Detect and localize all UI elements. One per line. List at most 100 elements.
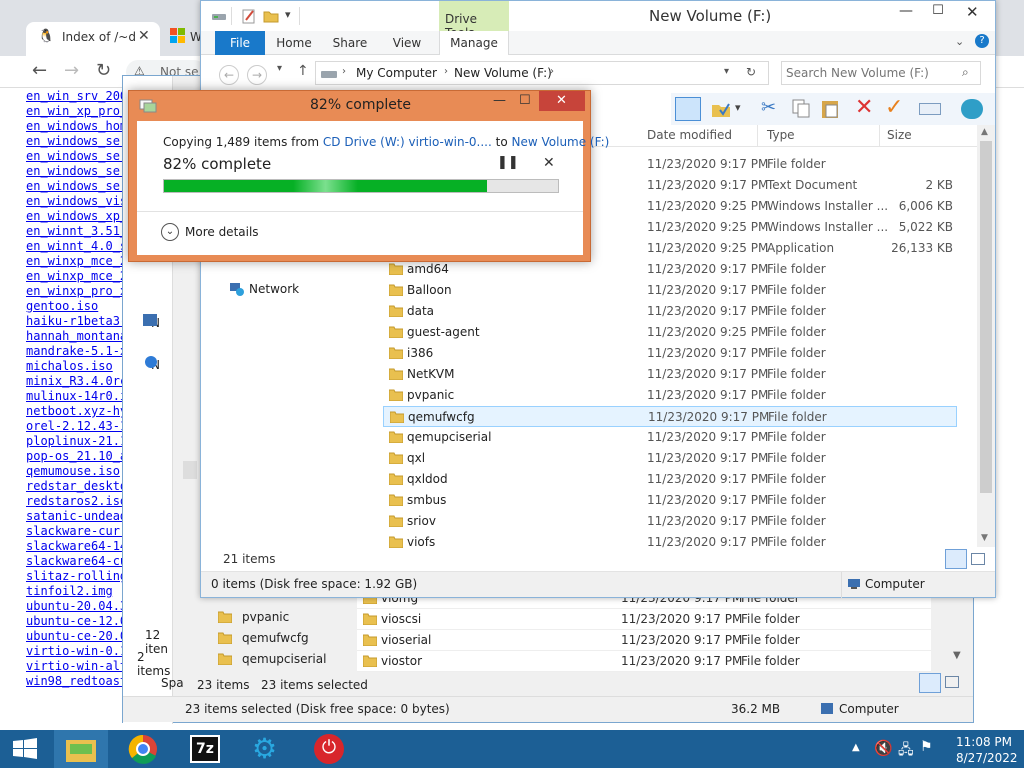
delete-icon[interactable]: ✕ xyxy=(855,95,873,120)
check-folder-icon[interactable] xyxy=(711,99,731,119)
back-status-size: 36.2 MB xyxy=(731,702,781,716)
address-dropdown-icon[interactable]: ▾ xyxy=(724,66,729,77)
row-date: 11/23/2020 9:17 PM xyxy=(647,535,769,549)
nav-item-network[interactable]: Network xyxy=(225,277,375,301)
dialog-maximize-button[interactable]: ☐ xyxy=(519,93,531,108)
scrollbar-thumb[interactable] xyxy=(980,141,992,493)
column-type[interactable]: Type xyxy=(767,128,795,142)
table-row[interactable]: Balloon 11/23/2020 9:17 PM File folder xyxy=(383,280,957,301)
taskbar-7zip[interactable]: 7z xyxy=(178,730,232,768)
tab-file[interactable]: File xyxy=(215,31,265,55)
tab-view[interactable]: View xyxy=(385,31,429,55)
vertical-scrollbar[interactable]: ▲ ▼ xyxy=(977,125,995,547)
breadcrumb-new-volume[interactable]: New Volume (F:) xyxy=(454,66,552,80)
taskbar-chrome[interactable] xyxy=(116,730,170,768)
properties-icon[interactable] xyxy=(241,8,257,24)
close-button[interactable]: ✕ xyxy=(949,1,995,23)
up-arrow-icon[interactable]: ↑ xyxy=(297,63,309,79)
command-toolbar: ▾ ✂ ✕ ✓ xyxy=(671,93,995,125)
recent-locations-icon[interactable]: ▾ xyxy=(277,63,282,74)
table-row[interactable]: amd64 11/23/2020 9:17 PM File folder xyxy=(383,259,957,280)
organize-dropdown-icon[interactable]: ▾ xyxy=(735,101,741,114)
nav-back-icon[interactable]: ← xyxy=(219,65,239,85)
table-row[interactable]: guest-agent 11/23/2020 9:25 PM File folder xyxy=(383,322,957,343)
browser-tab-title: Index of /~d xyxy=(62,30,136,44)
table-row[interactable]: smbus 11/23/2020 9:17 PM File folder xyxy=(383,490,957,511)
table-row[interactable]: qxldod 11/23/2020 9:17 PM File folder xyxy=(383,469,957,490)
table-row[interactable]: vioscsi 11/23/2020 9:17 PM File folder xyxy=(357,609,931,630)
search-icon[interactable]: ⌕ xyxy=(962,65,969,80)
dialog-minimize-button[interactable]: — xyxy=(493,93,506,108)
help-icon[interactable]: ? xyxy=(975,34,989,48)
globe-icon[interactable] xyxy=(961,99,983,119)
table-row[interactable]: viofs 11/23/2020 9:17 PM File folder xyxy=(383,532,957,553)
search-box[interactable]: ⌕ xyxy=(781,61,981,85)
row-size: 5,022 KB xyxy=(898,220,953,234)
details-view-icon[interactable] xyxy=(945,549,967,569)
back-status-bar: 23 items selected (Disk free space: 0 by… xyxy=(123,696,973,722)
rename-icon[interactable] xyxy=(919,103,941,115)
browser-tab-second[interactable]: W xyxy=(162,22,202,56)
tab-close-icon[interactable]: ✕ xyxy=(138,28,150,44)
table-row[interactable]: qemufwcfg 11/23/2020 9:17 PM File folder xyxy=(383,406,957,427)
scroll-up-icon[interactable]: ▲ xyxy=(981,127,988,137)
search-input[interactable] xyxy=(786,65,956,81)
table-row[interactable]: pvpanic 11/23/2020 9:17 PM File folder xyxy=(383,385,957,406)
clock[interactable]: 11:08 PM 8/27/2022 xyxy=(944,733,1018,767)
start-button[interactable] xyxy=(0,730,52,768)
large-icons-view-icon[interactable] xyxy=(971,553,985,565)
table-row[interactable]: qxl 11/23/2020 9:17 PM File folder xyxy=(383,448,957,469)
cut-icon[interactable]: ✂ xyxy=(761,97,776,118)
clock-time: 11:08 PM xyxy=(956,735,1012,749)
copy-destination-link[interactable]: New Volume (F:) xyxy=(512,135,610,149)
reload-icon[interactable]: ↻ xyxy=(96,60,111,81)
tab-share[interactable]: Share xyxy=(327,31,373,55)
drive-icon xyxy=(212,14,226,20)
table-row[interactable]: vioserial 11/23/2020 9:17 PM File folder xyxy=(357,630,931,651)
copy-source-link[interactable]: CD Drive (W:) virtio-win-0.... xyxy=(323,135,492,149)
new-folder-icon[interactable] xyxy=(263,8,279,24)
table-row[interactable]: sriov 11/23/2020 9:17 PM File folder xyxy=(383,511,957,532)
column-divider[interactable] xyxy=(757,125,758,147)
more-details-button[interactable]: ⌄ More details xyxy=(161,221,271,243)
copy-icon[interactable] xyxy=(791,98,811,118)
network-tray-icon[interactable]: 🖧 xyxy=(898,739,914,763)
minimize-button[interactable]: — xyxy=(891,3,921,25)
taskbar-settings-app[interactable]: ⚙ xyxy=(240,730,294,768)
checkmark-icon[interactable]: ✓ xyxy=(885,95,903,120)
tray-expand-icon[interactable]: ▲ xyxy=(852,742,860,753)
table-row[interactable]: NetKVM 11/23/2020 9:17 PM File folder xyxy=(383,364,957,385)
taskbar-shutdown-app[interactable]: ⏻ xyxy=(302,730,356,768)
table-row[interactable]: i386 11/23/2020 9:17 PM File folder xyxy=(383,343,957,364)
column-size[interactable]: Size xyxy=(887,128,912,142)
column-divider-2[interactable] xyxy=(879,125,880,147)
address-bar[interactable]: › My Computer › New Volume (F:) › ▾ ↻ xyxy=(315,61,769,85)
table-row[interactable]: data 11/23/2020 9:17 PM File folder xyxy=(383,301,957,322)
preview-pane-icon[interactable] xyxy=(675,97,701,121)
action-center-icon[interactable]: ⚑ xyxy=(920,739,933,755)
browser-tab-index[interactable]: 🐧 Index of /~d ✕ xyxy=(26,22,160,56)
back-scroll-down-icon[interactable]: ▼ xyxy=(953,650,961,661)
column-date-modified[interactable]: Date modified xyxy=(647,128,732,142)
back-large-icons-view-icon[interactable] xyxy=(945,676,959,688)
refresh-icon[interactable]: ↻ xyxy=(746,65,756,79)
taskbar-file-explorer[interactable] xyxy=(54,730,108,768)
table-row[interactable]: viostor 11/23/2020 9:17 PM File folder xyxy=(357,651,931,672)
ribbon-expand-icon[interactable]: ⌄ xyxy=(955,35,964,48)
paste-icon[interactable] xyxy=(819,98,841,120)
back-details-view-icon[interactable] xyxy=(919,673,941,693)
nav-forward-icon[interactable]: → xyxy=(247,65,267,85)
tab-manage[interactable]: Manage xyxy=(439,31,509,55)
row-name: vioserial xyxy=(381,633,432,647)
forward-arrow-icon[interactable]: → xyxy=(64,60,79,81)
dialog-close-button[interactable]: ✕ xyxy=(539,91,585,111)
pause-button[interactable]: ❚❚ xyxy=(497,155,519,170)
volume-muted-icon[interactable]: 🔇 xyxy=(874,739,893,757)
cancel-button[interactable]: ✕ xyxy=(543,155,555,171)
table-row[interactable]: qemupciserial 11/23/2020 9:17 PM File fold… xyxy=(383,427,957,448)
breadcrumb-my-computer[interactable]: My Computer xyxy=(356,66,437,80)
tab-home[interactable]: Home xyxy=(271,31,317,55)
quick-access-dropdown-icon[interactable]: ▾ xyxy=(285,8,291,21)
scroll-down-icon[interactable]: ▼ xyxy=(981,533,988,543)
back-arrow-icon[interactable]: ← xyxy=(32,60,47,81)
